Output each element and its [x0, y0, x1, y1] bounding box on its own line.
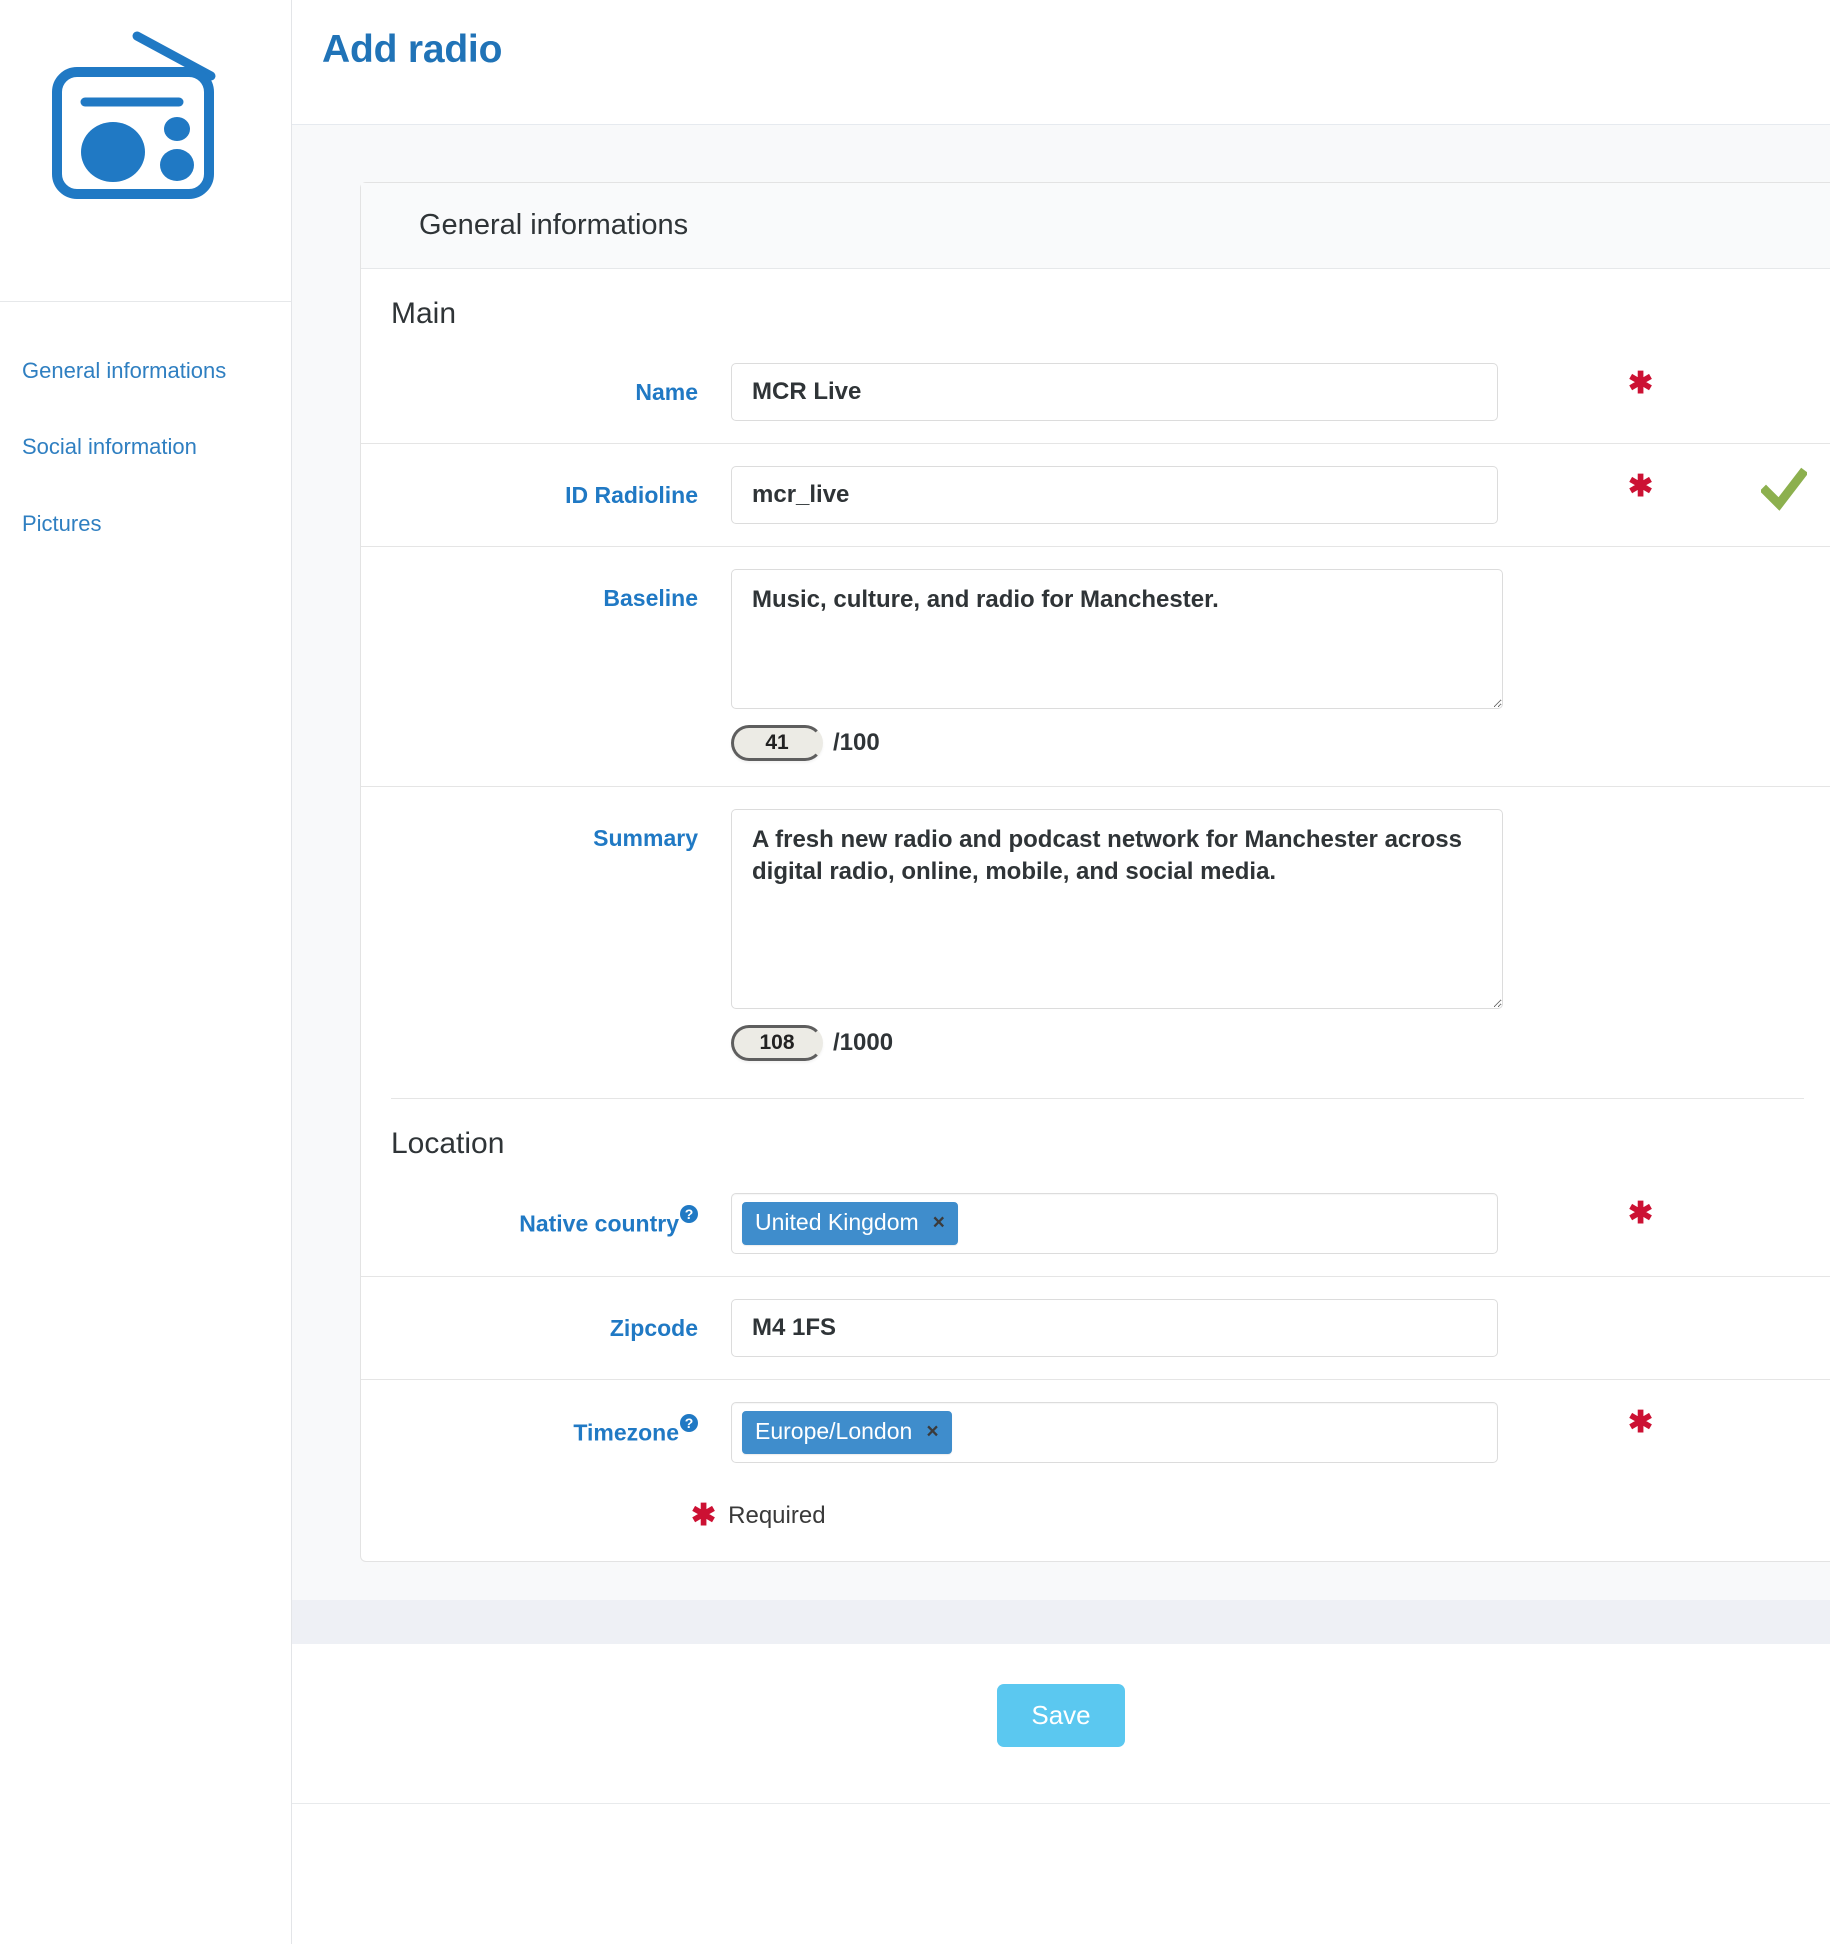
baseline-count-max: /100: [833, 729, 880, 756]
native-country-tag-label: United Kingdom: [755, 1209, 919, 1235]
content-band: General informations Main Name ✱: [292, 125, 1830, 1804]
panel-header: General informations: [361, 183, 1830, 269]
baseline-label: Baseline: [603, 585, 698, 611]
section-title-main: Main: [391, 297, 457, 330]
baseline-counter: 41 /100: [731, 722, 1830, 764]
native-country-label: Native country?: [361, 1193, 731, 1238]
remove-tag-icon[interactable]: ×: [933, 1212, 945, 1233]
timezone-select[interactable]: Europe/London ×: [731, 1402, 1498, 1463]
required-legend-star: ✱: [691, 1499, 717, 1532]
timezone-required-star: ✱: [1628, 1406, 1654, 1439]
form-row-native-country: Native country? United Kingdom × ✱: [361, 1171, 1830, 1277]
sidebar-nav: General informations Social information …: [0, 302, 291, 537]
summary-count-max: /1000: [833, 1029, 894, 1056]
name-required-star: ✱: [1628, 367, 1654, 400]
form-row-summary: Summary 108 /1000: [361, 787, 1830, 1086]
zipcode-field-col: [731, 1299, 1830, 1357]
zipcode-input[interactable]: [731, 1299, 1498, 1357]
main-content: Add radio General informations Main Name: [292, 0, 1830, 1944]
summary-label: Summary: [593, 825, 698, 851]
sidebar-item-social-information[interactable]: Social information: [22, 434, 291, 460]
required-legend-text: Required: [728, 1502, 826, 1529]
form-row-timezone: Timezone? Europe/London × ✱: [361, 1380, 1830, 1485]
question-mark-icon[interactable]: ?: [680, 1205, 698, 1223]
radio-icon: [51, 31, 215, 199]
baseline-textarea[interactable]: [731, 569, 1503, 709]
baseline-count-badge: 41: [731, 725, 823, 761]
name-input[interactable]: [731, 363, 1498, 421]
summary-field-col: 108 /1000: [731, 809, 1830, 1064]
summary-count-badge: 108: [731, 1025, 823, 1061]
form-row-name: Name ✱: [361, 341, 1830, 444]
name-label: Name: [635, 379, 698, 405]
native-country-field-col: United Kingdom ×: [731, 1193, 1830, 1254]
required-legend: ✱ Required: [361, 1485, 1830, 1561]
summary-counter: 108 /1000: [731, 1022, 1830, 1064]
remove-tag-icon[interactable]: ×: [926, 1421, 938, 1442]
id-radioline-required-star: ✱: [1628, 470, 1654, 503]
check-icon: [1761, 467, 1807, 511]
form-row-id-radioline: ID Radioline ✱: [361, 444, 1830, 547]
form-row-baseline: Baseline 41 /100: [361, 547, 1830, 787]
sidebar: General informations Social information …: [0, 0, 292, 1944]
panel-body: Main Name ✱ ID Radioline: [361, 269, 1830, 1561]
general-informations-panel: General informations Main Name ✱: [360, 182, 1830, 1562]
app-root: General informations Social information …: [0, 0, 1830, 1944]
save-area: Save: [292, 1644, 1830, 1803]
timezone-label: Timezone?: [361, 1402, 731, 1447]
footer-band: [292, 1600, 1830, 1644]
question-mark-icon[interactable]: ?: [680, 1414, 698, 1432]
summary-textarea[interactable]: [731, 809, 1503, 1009]
id-radioline-field-col: [731, 466, 1830, 524]
page-title: Add radio: [322, 28, 503, 71]
baseline-field-col: 41 /100: [731, 569, 1830, 764]
timezone-tag-label: Europe/London: [755, 1418, 913, 1444]
native-country-tag[interactable]: United Kingdom ×: [742, 1202, 958, 1245]
timezone-field-col: Europe/London ×: [731, 1402, 1830, 1463]
save-button[interactable]: Save: [997, 1684, 1125, 1747]
native-country-required-star: ✱: [1628, 1197, 1654, 1230]
sidebar-item-pictures[interactable]: Pictures: [22, 511, 291, 537]
bottom-divider: [292, 1803, 1830, 1804]
timezone-label-text: Timezone: [573, 1419, 679, 1446]
id-radioline-input[interactable]: [731, 466, 1498, 524]
id-radioline-label: ID Radioline: [565, 482, 698, 508]
form-row-zipcode: Zipcode: [361, 1277, 1830, 1380]
zipcode-label: Zipcode: [609, 1315, 698, 1341]
native-country-label-text: Native country: [519, 1210, 679, 1237]
timezone-tag[interactable]: Europe/London ×: [742, 1411, 952, 1454]
name-field-col: [731, 363, 1830, 421]
id-radioline-valid-indicator: [1761, 466, 1807, 517]
native-country-select[interactable]: United Kingdom ×: [731, 1193, 1498, 1254]
section-title-location: Location: [391, 1127, 505, 1160]
sidebar-item-general-informations[interactable]: General informations: [22, 358, 291, 384]
logo-container: [0, 0, 291, 302]
